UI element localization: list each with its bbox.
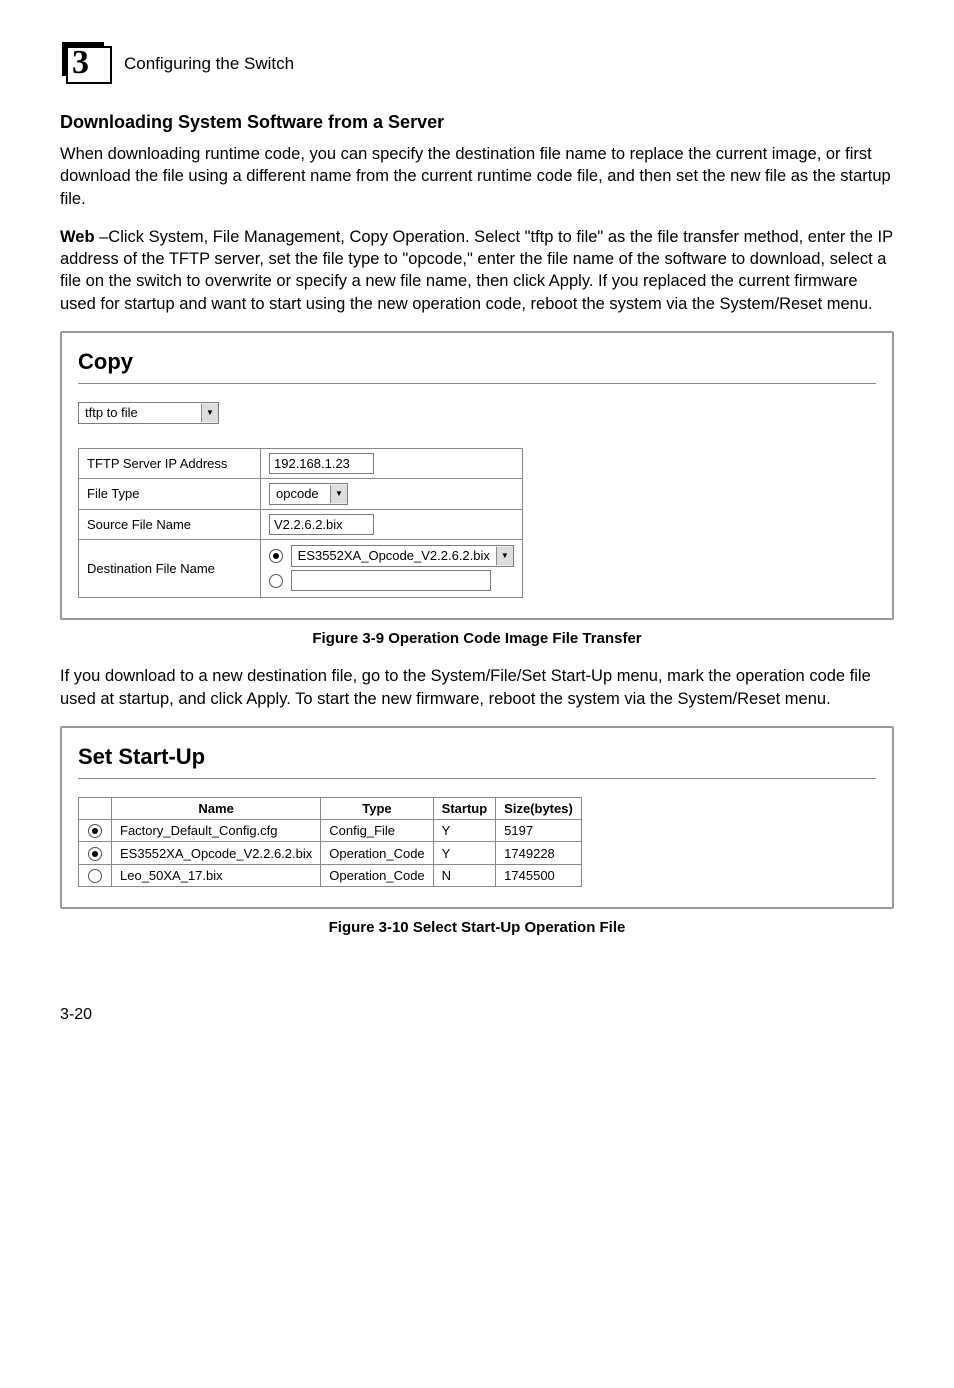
transfer-method-value: tftp to file <box>79 403 201 423</box>
divider <box>78 778 876 779</box>
paragraph-web-steps: Web –Click System, File Management, Copy… <box>60 226 894 315</box>
cell-name: Factory_Default_Config.cfg <box>112 819 321 842</box>
chapter-number: 3 <box>72 44 89 82</box>
copy-operation-panel: Copy tftp to file ▼ TFTP Server IP Addre… <box>60 331 894 620</box>
col-select <box>79 797 112 819</box>
col-type: Type <box>321 797 433 819</box>
file-type-select[interactable]: opcode ▼ <box>269 483 348 505</box>
divider <box>78 383 876 384</box>
copy-settings-table: TFTP Server IP Address File Type opcode … <box>78 448 523 598</box>
figure-caption-2: Figure 3-10 Select Start-Up Operation Fi… <box>60 919 894 936</box>
destination-existing-radio[interactable] <box>269 549 283 563</box>
file-type-value: opcode <box>270 484 330 504</box>
startup-row-radio[interactable] <box>88 847 102 861</box>
cell-startup: Y <box>433 842 496 865</box>
destination-file-value: ES3552XA_Opcode_V2.2.6.2.bix <box>292 546 496 566</box>
startup-row-radio[interactable] <box>88 869 102 883</box>
table-row: Factory_Default_Config.cfg Config_File Y… <box>79 819 582 842</box>
startup-table: Name Type Startup Size(bytes) Factory_De… <box>78 797 582 888</box>
cell-size: 1749228 <box>496 842 582 865</box>
chevron-down-icon: ▼ <box>201 404 218 422</box>
cell-type: Operation_Code <box>321 864 433 887</box>
source-file-input[interactable] <box>269 514 374 535</box>
cell-name: ES3552XA_Opcode_V2.2.6.2.bix <box>112 842 321 865</box>
transfer-method-select[interactable]: tftp to file ▼ <box>78 402 219 424</box>
destination-newname-radio[interactable] <box>269 574 283 588</box>
startup-row-radio[interactable] <box>88 824 102 838</box>
paragraph-startup: If you download to a new destination fil… <box>60 665 894 710</box>
table-row: Leo_50XA_17.bix Operation_Code N 1745500 <box>79 864 582 887</box>
figure-caption-1: Figure 3-9 Operation Code Image File Tra… <box>60 630 894 647</box>
cell-startup: N <box>433 864 496 887</box>
tftp-ip-label: TFTP Server IP Address <box>79 448 261 478</box>
col-name: Name <box>112 797 321 819</box>
chevron-down-icon: ▼ <box>496 547 513 565</box>
tftp-ip-input[interactable] <box>269 453 374 474</box>
source-file-label: Source File Name <box>79 509 261 539</box>
col-startup: Startup <box>433 797 496 819</box>
section-heading: Downloading System Software from a Serve… <box>60 112 894 133</box>
chevron-down-icon: ▼ <box>330 485 347 503</box>
destination-newname-input[interactable] <box>291 570 491 591</box>
breadcrumb: Configuring the Switch <box>124 54 294 74</box>
cell-startup: Y <box>433 819 496 842</box>
web-label: Web <box>60 228 95 246</box>
cell-size: 5197 <box>496 819 582 842</box>
cell-type: Operation_Code <box>321 842 433 865</box>
set-startup-panel: Set Start-Up Name Type Startup Size(byte… <box>60 726 894 910</box>
destination-file-select[interactable]: ES3552XA_Opcode_V2.2.6.2.bix ▼ <box>291 545 514 567</box>
copy-title: Copy <box>78 349 876 375</box>
page-number: 3-20 <box>60 1006 894 1024</box>
file-type-label: File Type <box>79 478 261 509</box>
table-row: ES3552XA_Opcode_V2.2.6.2.bix Operation_C… <box>79 842 582 865</box>
cell-name: Leo_50XA_17.bix <box>112 864 321 887</box>
web-steps-text: –Click System, File Management, Copy Ope… <box>60 228 893 313</box>
col-size: Size(bytes) <box>496 797 582 819</box>
cell-size: 1745500 <box>496 864 582 887</box>
chapter-number-icon: 3 <box>60 40 108 88</box>
cell-type: Config_File <box>321 819 433 842</box>
destination-file-label: Destination File Name <box>79 539 261 597</box>
startup-title: Set Start-Up <box>78 744 876 770</box>
paragraph-intro: When downloading runtime code, you can s… <box>60 143 894 210</box>
